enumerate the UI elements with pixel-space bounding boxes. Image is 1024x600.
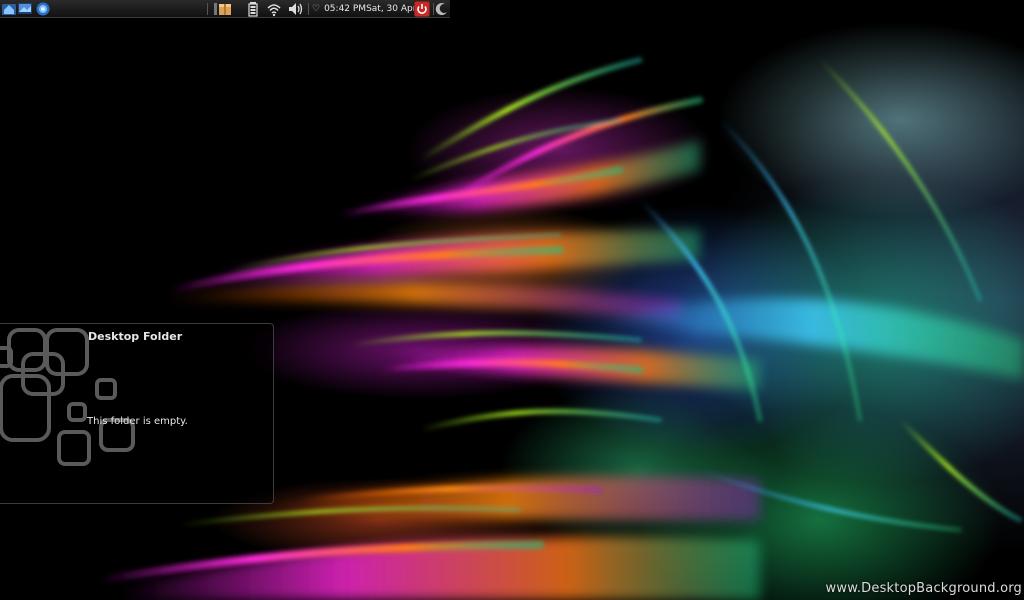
- desktop-wallpaper: [0, 0, 1024, 600]
- panel-separator: [308, 3, 309, 15]
- folder-title: Desktop Folder: [88, 330, 183, 343]
- folder-decoration-icon: [0, 328, 135, 466]
- desktop-folder-widget[interactable]: Desktop Folder This folder is empty.: [0, 323, 274, 504]
- power-icon: [414, 1, 430, 17]
- clock-date: Sat, 30 Apr: [366, 4, 417, 14]
- wallpaper-fractal-strokes: [96, 57, 1024, 600]
- lock-screen-button[interactable]: [434, 1, 450, 17]
- shutdown-button[interactable]: [414, 1, 430, 17]
- show-desktop-button[interactable]: [17, 1, 33, 17]
- wifi-icon: [267, 4, 281, 17]
- clock-time: 05:42 PM: [324, 4, 367, 14]
- top-panel: ♡ 05:42 PM Sat, 30 Apr: [0, 0, 450, 18]
- browser-icon: [36, 2, 50, 16]
- browser-launcher-button[interactable]: [35, 1, 51, 17]
- moon-icon: [435, 3, 447, 16]
- home-icon: [2, 4, 16, 15]
- volume-control[interactable]: [288, 1, 304, 17]
- volume-icon: [289, 3, 303, 15]
- folder-empty-message: This folder is empty.: [87, 416, 188, 427]
- clock[interactable]: ♡ 05:42 PM Sat, 30 Apr: [312, 2, 416, 16]
- package-manager-handle: [214, 3, 217, 15]
- battery-icon: [248, 2, 258, 17]
- battery-indicator[interactable]: [245, 1, 261, 17]
- package-manager-icon: [219, 4, 231, 15]
- wifi-indicator[interactable]: [266, 1, 282, 17]
- home-launcher-button[interactable]: [1, 1, 17, 17]
- show-desktop-icon: [18, 3, 32, 14]
- watermark: www.DesktopBackground.org: [825, 581, 1022, 596]
- heart-icon: ♡: [312, 4, 321, 14]
- package-manager-button[interactable]: [214, 1, 233, 17]
- panel-separator: [207, 3, 208, 15]
